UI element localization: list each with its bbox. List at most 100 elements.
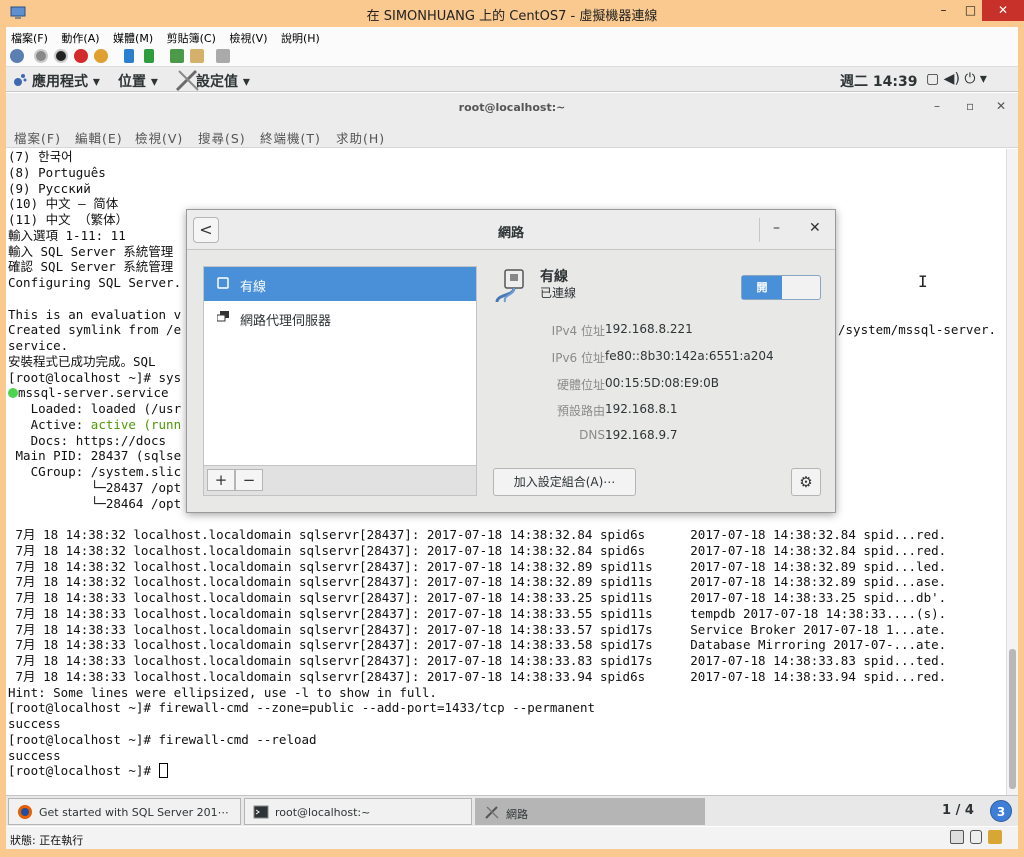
- taskbar-item-terminal[interactable]: root@localhost:~: [244, 798, 472, 825]
- terminal-menu-help[interactable]: 求助(H): [336, 128, 385, 147]
- terminal-menu-file[interactable]: 檔案(F): [14, 128, 61, 147]
- log-line: 7月 18 14:38:32 localhost.localdomain sql…: [8, 559, 947, 574]
- wired-connection-icon: [495, 269, 524, 303]
- terminal-line: 輸入選項 1-11: 11: [8, 228, 126, 243]
- service-status-line: mssql-server.service: [8, 385, 169, 401]
- shutdown-icon[interactable]: [74, 49, 88, 63]
- detail-key: DNS: [579, 428, 605, 442]
- connection-toggle-switch[interactable]: 開: [741, 275, 821, 300]
- start-icon[interactable]: [34, 49, 48, 63]
- log-line: 7月 18 14:38:32 localhost.localdomain sql…: [8, 574, 947, 589]
- workspace-indicator[interactable]: 1 / 4: [942, 803, 974, 818]
- network-item-proxy[interactable]: 網路代理伺服器: [204, 301, 476, 335]
- dialog-minimize-button[interactable]: –: [773, 220, 780, 236]
- terminal-line: (9) Русский: [8, 181, 91, 196]
- terminal-line: (7) 한국어: [8, 149, 73, 164]
- device-name: 有線: [540, 269, 568, 285]
- terminal-titlebar: root@localhost:~ – ▫ ✕: [6, 93, 1018, 123]
- ctrl-alt-del-icon[interactable]: [10, 49, 24, 63]
- terminal-menu-search[interactable]: 搜尋(S): [198, 128, 246, 147]
- settings-tools-icon: [485, 806, 499, 819]
- terminal-scrollbar[interactable]: [1006, 149, 1018, 795]
- detail-ipv6: IPv6 位址 fe80::8b30:142a:6551:a204: [493, 349, 823, 367]
- lock-icon: [988, 830, 1002, 844]
- scrollbar-thumb[interactable]: [1009, 649, 1016, 789]
- menu-help[interactable]: 說明(H): [276, 27, 325, 46]
- menu-media[interactable]: 媒體(M): [108, 27, 158, 46]
- system-tray[interactable]: ▢ ◀) ⏻ ▾: [926, 71, 987, 87]
- log-line: 7月 18 14:38:32 localhost.localdomain sql…: [8, 527, 947, 542]
- revert-icon[interactable]: [190, 49, 204, 63]
- taskbar-item-network[interactable]: 網路: [475, 798, 705, 825]
- terminal-menu-view[interactable]: 檢視(V): [135, 128, 183, 147]
- gnome-foot-icon: [14, 74, 27, 86]
- firefox-icon: [18, 805, 32, 819]
- menu-view[interactable]: 檢視(V): [224, 27, 272, 46]
- message-tray-badge[interactable]: 3: [990, 800, 1012, 822]
- host-toolbar: [6, 46, 1018, 67]
- terminal-line: (10) 中文 — 简体: [8, 196, 119, 211]
- shell-prompt: [root@localhost ~]#: [8, 763, 159, 778]
- menu-action[interactable]: 動作(A): [56, 27, 104, 46]
- remove-connection-button[interactable]: −: [235, 469, 263, 491]
- places-menu[interactable]: 位置 ▾: [118, 71, 158, 91]
- terminal-title: root@localhost:~: [458, 101, 566, 114]
- terminal-line: (11) 中文 （繁体）: [8, 212, 129, 227]
- log-line: 7月 18 14:38:33 localhost.localdomain sql…: [8, 669, 947, 684]
- terminal-maximize-button[interactable]: ▫: [966, 99, 974, 113]
- connection-settings-button[interactable]: ⚙: [791, 468, 821, 496]
- terminal-line: 輸入 SQL Server 系統管理: [8, 244, 174, 259]
- log-line: 7月 18 14:38:33 localhost.localdomain sql…: [8, 606, 947, 621]
- log-line: 7月 18 14:38:33 localhost.localdomain sql…: [8, 622, 947, 637]
- terminal-line: Hint: Some lines were ellipsized, use -l…: [8, 685, 437, 700]
- terminal-line: [root@localhost ~]# firewall-cmd --reloa…: [8, 732, 317, 747]
- terminal-line-right: /system/mssql-server.: [838, 322, 997, 337]
- terminal-menubar: 檔案(F) 編輯(E) 檢視(V) 搜尋(S) 終端機(T) 求助(H): [6, 123, 1018, 148]
- network-list-toolbar: + −: [203, 466, 477, 496]
- terminal-line: [root@localhost ~]# sys: [8, 370, 182, 385]
- checkpoint-icon[interactable]: [170, 49, 184, 63]
- prompt-line[interactable]: [root@localhost ~]#: [8, 763, 168, 779]
- pause-icon[interactable]: [124, 49, 134, 63]
- save-state-icon[interactable]: [94, 49, 108, 63]
- add-connection-button[interactable]: +: [207, 469, 235, 491]
- detail-key: 硬體位址: [556, 378, 605, 392]
- gnome-window-list: Get started with SQL Server 201⋯ root@lo…: [6, 795, 1018, 826]
- taskbar-item-label: 網路: [506, 808, 528, 821]
- applications-menu[interactable]: 應用程式 ▾: [32, 71, 100, 91]
- terminal-line: success: [8, 748, 61, 763]
- terminal-line: Created symlink from /e: [8, 322, 182, 337]
- network-item-wired[interactable]: 有線: [204, 267, 476, 301]
- terminal-close-button[interactable]: ✕: [996, 99, 1006, 113]
- terminal-line: This is an evaluation v: [8, 307, 182, 322]
- wired-device-icon: [217, 277, 229, 289]
- log-line: 7月 18 14:38:33 localhost.localdomain sql…: [8, 653, 947, 668]
- close-button[interactable]: ✕: [982, 0, 1024, 21]
- enhanced-session-icon[interactable]: [216, 49, 230, 63]
- taskbar-item-firefox[interactable]: Get started with SQL Server 201⋯: [8, 798, 241, 825]
- maximize-button[interactable]: □: [957, 0, 984, 21]
- terminal-menu-terminal[interactable]: 終端機(T): [260, 128, 321, 147]
- dialog-close-button[interactable]: ✕: [809, 220, 821, 236]
- host-titlebar: 在 SIMONHUANG 上的 CentOS7 - 虛擬機器連線 – □ ✕: [0, 0, 1024, 27]
- mouse-icon: [970, 830, 982, 844]
- service-name: mssql-server.service: [18, 385, 169, 400]
- terminal-line: Loaded: loaded (/usr: [8, 401, 182, 416]
- resume-icon[interactable]: [144, 49, 154, 63]
- terminal-line: └─28464 /opt: [8, 496, 182, 511]
- turn-off-icon[interactable]: [54, 49, 68, 63]
- minimize-button[interactable]: –: [930, 0, 957, 21]
- clock[interactable]: 週二 14:39: [840, 71, 917, 91]
- network-item-label: 網路代理伺服器: [240, 314, 332, 329]
- terminal-minimize-button[interactable]: –: [934, 99, 940, 113]
- terminal-menu-edit[interactable]: 編輯(E): [75, 128, 123, 147]
- menu-file[interactable]: 檔案(F): [6, 27, 53, 46]
- detail-value: 00:15:5D:08:E9:0B: [605, 376, 719, 390]
- detail-ipv4: IPv4 位址 192.168.8.221: [493, 322, 823, 340]
- menu-clipboard[interactable]: 剪貼簿(C): [162, 27, 221, 46]
- network-settings-dialog: < 網路 – ✕ 有線 網路代理伺服器 + − 有線 已連線 開 IPv4 位址…: [186, 209, 836, 513]
- detail-key: IPv6 位址: [551, 351, 605, 365]
- settings-menu[interactable]: 設定值 ▾: [196, 71, 250, 91]
- log-line: 7月 18 14:38:32 localhost.localdomain sql…: [8, 543, 947, 558]
- add-profile-button[interactable]: 加入設定組合(A)⋯: [493, 468, 636, 496]
